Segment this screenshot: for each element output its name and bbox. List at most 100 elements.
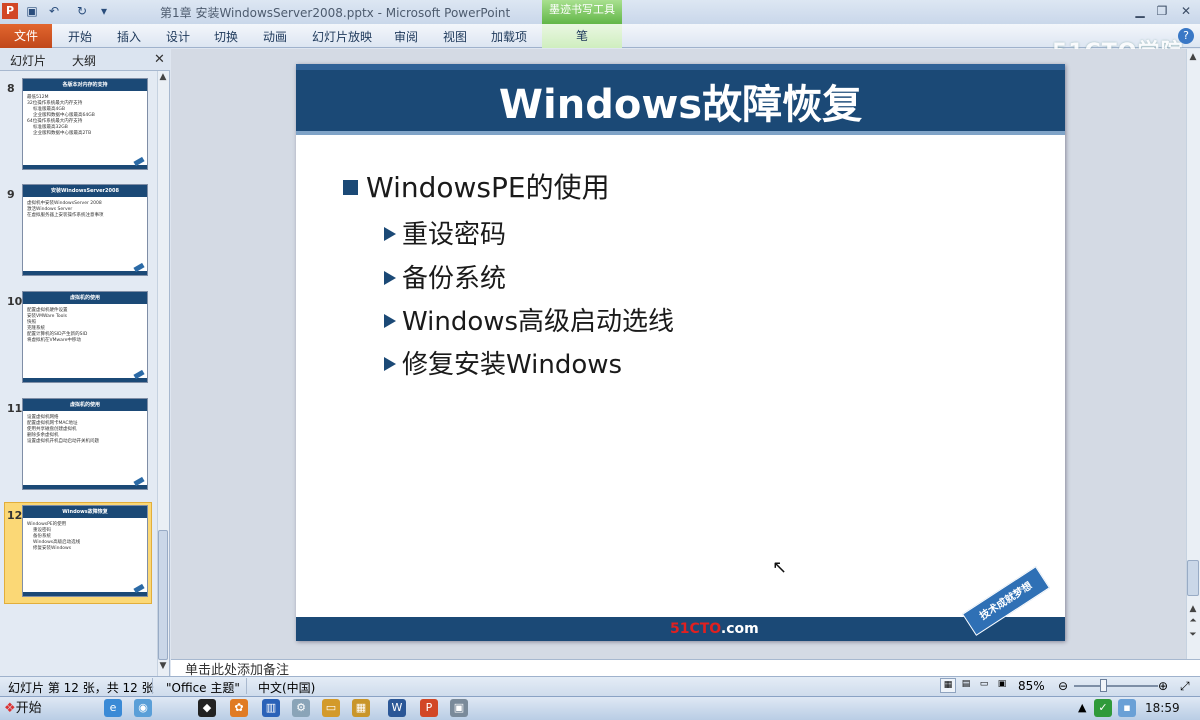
footer-logo: 51CTO.com (670, 621, 759, 637)
triangle-bullet-icon (384, 271, 396, 285)
normal-view-icon[interactable]: ▦ (940, 678, 956, 693)
windows-taskbar (0, 696, 1200, 720)
slide-thumbnail[interactable]: 各版本对内存的支持 最低512M 32位操作系统最大内存支持 标准版最高4GB 企业版和… (22, 78, 148, 170)
qq-icon[interactable]: ◆ (198, 699, 216, 717)
media-player-icon[interactable]: ◉ (134, 699, 152, 717)
tab-review[interactable]: 审阅 (394, 28, 418, 45)
slide-thumbnail[interactable]: 虚拟机的使用 配置虚拟机硬件设置 安装VMWare Tools 快照 克隆系统 配置计算机… (22, 291, 148, 383)
thumbnail-footer (23, 485, 147, 489)
tab-outline-pane[interactable]: 大纲 (72, 52, 96, 69)
file-tab[interactable]: 文件 (0, 24, 52, 48)
thumbnail-title: Windows故障恢复 (23, 506, 147, 518)
help-icon[interactable]: ? (1178, 28, 1194, 44)
pane-scrollbar-thumb[interactable] (158, 530, 168, 660)
folder-icon[interactable]: ▭ (322, 699, 340, 717)
thumbnail-footer (23, 165, 147, 169)
zoom-in-icon[interactable]: ⊕ (1158, 679, 1168, 693)
fit-to-window-icon[interactable]: ⤢ (1180, 679, 1190, 694)
ie-icon[interactable]: e (104, 699, 122, 717)
scroll-up-icon[interactable]: ▲ (1187, 604, 1199, 614)
save-icon[interactable]: ▣ (24, 3, 40, 19)
thumbnail-title: 安装WindowsServer2008 (23, 185, 147, 197)
tab-design[interactable]: 设计 (166, 28, 190, 45)
slide-thumbnail[interactable]: 虚拟机的使用 设置虚拟机网络 配置虚拟机网卡MAC地址 使用共享磁盘创建虚拟机 删除多余… (22, 398, 148, 490)
scroll-up-icon[interactable]: ▲ (1187, 52, 1199, 62)
status-divider (246, 678, 247, 694)
slide-subbullet[interactable]: 备份系统 (384, 258, 506, 295)
scroll-down-icon[interactable]: ▼ (157, 661, 169, 671)
start-label: 开始 (15, 701, 42, 716)
tool-icon[interactable]: ⚙ (292, 699, 310, 717)
start-button[interactable]: ❖开始 (0, 698, 48, 719)
thumbnail-line: 将虚拟机在VMware中移动 (27, 338, 81, 343)
slide-subbullet[interactable]: Windows高级启动选线 (384, 301, 674, 338)
slide-counter: 幻灯片 第 12 张，共 12 张 (8, 681, 154, 695)
thumbnail-title: 虚拟机的使用 (23, 399, 147, 411)
main-scrollbar-thumb[interactable] (1187, 560, 1199, 596)
subbullet-text: 备份系统 (402, 264, 507, 294)
zoom-slider[interactable] (1074, 685, 1158, 687)
language-indicator[interactable]: 中文(中国) (258, 679, 315, 696)
thumbnail-line: 修复安装Windows (33, 546, 72, 551)
theme-name[interactable]: "Office 主题" (166, 679, 240, 696)
thumbnail-line: 企业版和数据中心版最高2TB (33, 131, 92, 136)
tab-insert[interactable]: 插入 (117, 28, 141, 45)
tab-home[interactable]: 开始 (68, 28, 92, 45)
notes-pane[interactable]: 单击此处添加备注 (171, 659, 1200, 676)
tab-slideshow[interactable]: 幻灯片放映 (312, 28, 372, 45)
footer-logo-red: 51CTO (670, 621, 721, 637)
previous-slide-icon[interactable]: ⏶ (1187, 616, 1199, 626)
redo-icon[interactable]: ↻ (74, 3, 90, 19)
zoom-slider-handle[interactable] (1100, 679, 1107, 692)
thumbnail-footer (23, 378, 147, 382)
scroll-up-icon[interactable]: ▲ (157, 72, 169, 82)
thumbnail-line: 设置虚拟机开机自动启动开关机问题 (27, 439, 99, 444)
powerpoint-app-icon[interactable]: P (2, 3, 18, 19)
slide-thumbnail[interactable]: 安装WindowsServer2008 虚拟机中安装WindowsServer 2… (22, 184, 148, 276)
customize-qat-icon[interactable]: ▾ (96, 3, 112, 19)
app-icon[interactable]: ✿ (230, 699, 248, 717)
minimize-icon[interactable]: ▁ (1130, 2, 1150, 20)
network-icon[interactable]: ▪ (1118, 699, 1136, 717)
tab-slides-pane[interactable]: 幻灯片 (10, 52, 46, 69)
slide-title[interactable]: Windows故障恢复 (296, 72, 1065, 130)
thumbnail-footer (23, 271, 147, 275)
next-slide-icon[interactable]: ⏷ (1187, 630, 1199, 640)
tab-animations[interactable]: 动画 (263, 28, 287, 45)
zoom-out-icon[interactable]: ⊖ (1058, 679, 1068, 693)
tab-view[interactable]: 视图 (443, 28, 467, 45)
zoom-level[interactable]: 85% (1018, 679, 1045, 693)
windows-logo-icon: ❖ (4, 701, 16, 716)
slide-sorter-icon[interactable]: ▤ (958, 678, 974, 693)
close-pane-icon[interactable]: ✕ (154, 52, 165, 67)
powerpoint-taskbar-icon[interactable]: P (420, 699, 438, 717)
subbullet-text: 重设密码 (402, 220, 507, 250)
square-bullet-icon (343, 180, 358, 195)
tab-transitions[interactable]: 切换 (214, 28, 238, 45)
taskbar-app-icon[interactable]: ▣ (450, 699, 468, 717)
tab-addins[interactable]: 加载项 (491, 28, 527, 45)
tab-pen[interactable]: 笔 (542, 24, 622, 48)
slide-subbullet[interactable]: 重设密码 (384, 214, 506, 251)
maximize-icon[interactable]: ❐ (1152, 2, 1172, 20)
slide-bullet-level1[interactable]: WindowsPE的使用 (343, 166, 610, 206)
tray-expand-icon[interactable]: ▲ (1078, 701, 1086, 714)
undo-icon[interactable]: ↶ (46, 3, 62, 19)
close-icon[interactable]: ✕ (1176, 2, 1196, 20)
slide-number: 10 (7, 295, 23, 308)
ink-tools-context-tab: 墨迹书写工具 (542, 0, 622, 24)
slide-thumbnail[interactable]: Windows故障恢复 WindowsPE的使用 重设密码 备份系统 Windows高级… (22, 505, 148, 597)
slideshow-view-icon[interactable]: ▣ (994, 678, 1010, 693)
slide-number: 12 (7, 509, 23, 522)
explorer-icon[interactable]: ▥ (262, 699, 280, 717)
slide-number: 8 (7, 82, 15, 95)
archive-icon[interactable]: ▦ (352, 699, 370, 717)
triangle-bullet-icon (384, 227, 396, 241)
slide-header-divider (296, 131, 1065, 135)
slide-subbullet[interactable]: 修复安装Windows (384, 344, 622, 381)
tray-app-icon[interactable]: ✓ (1094, 699, 1112, 717)
word-icon[interactable]: W (388, 699, 406, 717)
reading-view-icon[interactable]: ▭ (976, 678, 992, 693)
slide-number: 11 (7, 402, 23, 415)
thumbnail-title: 虚拟机的使用 (23, 292, 147, 304)
